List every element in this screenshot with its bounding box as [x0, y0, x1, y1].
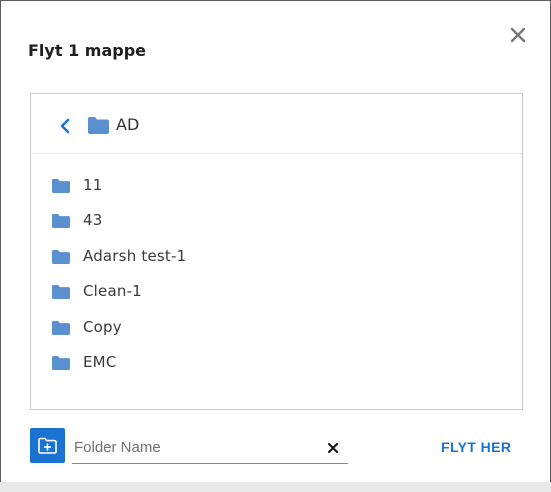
chevron-left-icon	[60, 118, 70, 134]
folder-list: 11 43 Adarsh test-1 Clean-1 Copy EMC	[31, 168, 522, 380]
folder-icon	[52, 179, 70, 193]
folder-icon	[52, 249, 70, 264]
folder-icon	[52, 214, 70, 229]
folder-icon	[88, 117, 109, 134]
new-folder-button[interactable]	[30, 428, 65, 463]
folder-name-input[interactable]	[72, 433, 316, 461]
folder-item[interactable]: Adarsh test-1	[31, 239, 522, 274]
back-button[interactable]	[56, 114, 74, 138]
close-icon	[510, 27, 526, 43]
folder-browser: AD 11 43 Adarsh test-1 Clean-1 Copy EMC	[30, 93, 523, 410]
folder-item[interactable]: Copy	[31, 310, 522, 345]
clear-input-button[interactable]	[324, 439, 342, 457]
folder-name: Clean-1	[83, 282, 142, 301]
folder-icon	[52, 285, 70, 300]
folder-name-field	[72, 433, 348, 464]
folder-name: Adarsh test-1	[83, 246, 187, 265]
folder-icon	[52, 320, 70, 335]
folder-item[interactable]: Clean-1	[31, 274, 522, 309]
move-here-button[interactable]: FLYT HER	[441, 437, 511, 457]
current-folder-name: AD	[116, 115, 140, 134]
close-dialog-button[interactable]	[506, 23, 530, 47]
dialog-title: Flyt 1 mappe	[28, 41, 146, 60]
new-folder-icon	[38, 437, 57, 454]
close-icon	[328, 443, 338, 453]
folder-name: 11	[83, 176, 103, 194]
folder-name: 43	[83, 211, 103, 230]
folder-browser-header: AD	[31, 94, 522, 154]
folder-item[interactable]: EMC	[31, 345, 522, 380]
folder-name: Copy	[83, 317, 122, 336]
folder-icon	[52, 355, 70, 370]
folder-item[interactable]: 43	[31, 203, 522, 238]
folder-name: EMC	[83, 352, 117, 371]
folder-item[interactable]: 11	[31, 168, 522, 203]
background-page-strip	[0, 482, 551, 492]
move-folder-dialog: Flyt 1 mappe AD 11 43 Adarsh test-1 Clean-1…	[1, 1, 550, 482]
